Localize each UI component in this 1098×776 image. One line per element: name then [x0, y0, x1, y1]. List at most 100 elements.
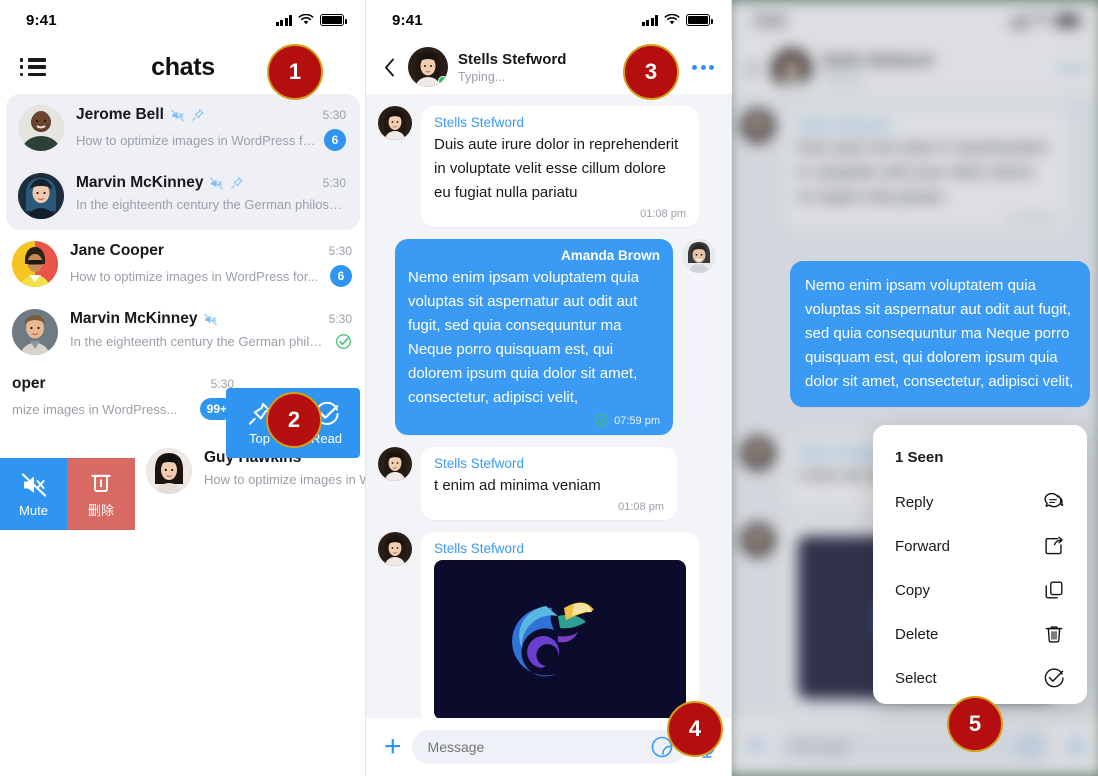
swipe-action-label: Top [249, 430, 270, 446]
chat-item-preview: In the eighteenth century the German phi… [76, 197, 346, 212]
avatar [682, 239, 716, 273]
context-menu-item-delete[interactable]: Delete [873, 612, 1087, 656]
list-menu-icon[interactable] [20, 58, 46, 76]
message-sender: Amanda Brown [560, 248, 660, 263]
delivered-check-icon [595, 413, 609, 428]
context-menu-label: Forward [895, 537, 951, 555]
avatar[interactable] [408, 47, 448, 87]
chat-list-panel: 9:41 chats Jerome Bell 5:30 How to optim… [0, 0, 366, 776]
chat-list-item-jerome-bell[interactable]: Jerome Bell 5:30 How to optimize images … [6, 94, 360, 162]
chat-item-preview: In the eighteenth century the German phi… [70, 334, 327, 349]
highlighted-message-bubble[interactable]: Nemo enim ipsam voluptatem quia voluptas… [790, 261, 1090, 407]
status-time: 9:41 [26, 11, 57, 29]
chat-item-time: 5:30 [322, 176, 346, 190]
chat-item-bottom: How to optimize images in WordPress for.… [76, 129, 346, 151]
reply-icon [1044, 492, 1064, 508]
chat-item-bottom: In the eighteenth century the German phi… [70, 333, 352, 350]
context-menu-label: Reply [895, 493, 934, 511]
highlighted-message-row: Nemo enim ipsam voluptatem quia voluptas… [790, 261, 1090, 407]
wifi-icon [298, 14, 314, 25]
mute-icon [204, 313, 218, 325]
cellular-signal-icon [275, 14, 292, 26]
pin-icon [231, 177, 244, 189]
message-row-outgoing-1: Amanda Brown Nemo enim ipsam voluptatem … [366, 239, 732, 447]
battery-icon [320, 14, 347, 26]
cellular-signal-icon [641, 14, 658, 26]
pin-icon [192, 109, 204, 121]
swipe-action-mute[interactable]: Mute [0, 458, 67, 530]
message-meta: 01:08 pm [434, 501, 664, 513]
mute-icon [210, 177, 224, 189]
chat-item-time: 5:30 [328, 244, 352, 258]
message-sender: Stells Stefword [434, 456, 525, 471]
avatar [18, 173, 64, 219]
status-bar-chat: 9:41 [366, 0, 732, 40]
message-input-wrap [411, 730, 686, 764]
chat-item-top: Jane Cooper 5:30 [70, 242, 352, 260]
callout-badge-1: 1 [267, 44, 323, 100]
callout-badge-4: 4 [667, 701, 723, 757]
avatar [146, 448, 192, 494]
context-menu-item-forward[interactable]: Forward [873, 524, 1087, 568]
wifi-icon [664, 14, 680, 25]
plus-icon[interactable]: + [384, 732, 402, 762]
message-bubble[interactable]: Amanda Brown Nemo enim ipsam voluptatem … [395, 239, 673, 435]
chat-item-name: Marvin McKinney [76, 174, 204, 191]
message-meta: 07:59 pm [408, 413, 660, 428]
chat-item-name: Jerome Bell [76, 106, 164, 123]
context-menu-item-select[interactable]: Select [873, 656, 1087, 700]
message-sender: Stells Stefword [434, 541, 525, 556]
message-time: 01:08 pm [618, 501, 664, 513]
chat-list-item-marvin-mckinney-1[interactable]: Marvin McKinney 5:30 In the eighteenth c… [6, 162, 360, 230]
unread-badge: 6 [330, 265, 352, 287]
callout-badge-3: 3 [623, 44, 679, 100]
context-menu-item-reply[interactable]: Reply [873, 480, 1087, 524]
context-menu-label: Copy [895, 581, 931, 599]
chat-item-name: oper [12, 375, 46, 392]
message-bubble[interactable]: Stells Stefword Duis aute irure dolor in… [421, 106, 699, 227]
status-indicators [641, 14, 713, 26]
chat-item-name: Jane Cooper [70, 242, 164, 259]
chat-item-name: Marvin McKinney [70, 310, 198, 327]
context-menu-item-copy[interactable]: Copy [873, 568, 1087, 612]
more-options-button[interactable] [692, 64, 714, 70]
chat-item-time: 5:30 [322, 108, 346, 122]
back-button[interactable] [380, 56, 398, 78]
trash-icon [1045, 626, 1063, 643]
forward-icon [1045, 536, 1063, 555]
context-menu-panel: 9:41 Stells Stefword Typing... Stells St… [732, 0, 1098, 776]
swipe-action-delete[interactable]: 删除 [67, 458, 135, 530]
avatar [18, 105, 64, 151]
message-bubble[interactable]: Stells Stefword [421, 532, 699, 727]
callout-badge-2: 2 [266, 392, 322, 448]
chat-list-item-jane-cooper[interactable]: Jane Cooper 5:30 How to optimize images … [0, 230, 366, 298]
message-row-incoming-1: Stells Stefword Duis aute irure dolor in… [366, 106, 732, 239]
mute-icon [21, 472, 46, 497]
chat-item-top: Jerome Bell 5:30 [76, 106, 346, 124]
message-time: 07:59 pm [614, 414, 660, 427]
chat-item-body: Jane Cooper 5:30 How to optimize images … [70, 241, 352, 287]
message-list: Stells Stefword Duis aute irure dolor in… [366, 94, 732, 776]
chameleon-logo-image[interactable] [434, 560, 686, 720]
chat-list-item-marvin-mckinney-2[interactable]: Marvin McKinney 5:30 In the eighteenth c… [0, 298, 366, 366]
message-time: 01:08 pm [640, 208, 686, 220]
chat-item-body: Marvin McKinney 5:30 In the eighteenth c… [70, 309, 352, 350]
message-bubble[interactable]: Stells Stefword t enim ad minima veniam … [421, 447, 677, 520]
message-input[interactable] [411, 730, 686, 764]
chat-item-preview: How to optimize images in W [204, 472, 366, 487]
trash-icon [91, 474, 111, 492]
status-time: 9:41 [392, 11, 423, 29]
chat-item-bottom: How to optimize images in WordPress for.… [70, 265, 352, 287]
swipe-action-label: Mute [19, 502, 48, 518]
message-row-incoming-2: Stells Stefword t enim ad minima veniam … [366, 447, 732, 532]
callout-badge-5: 5 [947, 696, 1003, 752]
chat-item-body: Marvin McKinney 5:30 In the eighteenth c… [76, 173, 346, 212]
swipe-action-label: 删除 [87, 502, 114, 518]
message-sender: Stells Stefword [434, 115, 525, 130]
status-bar-list: 9:41 [0, 0, 366, 40]
avatar [378, 532, 412, 566]
unread-badge: 6 [324, 129, 346, 151]
avatar [12, 241, 58, 287]
avatar [378, 447, 412, 481]
context-menu-label: Delete [895, 625, 939, 643]
